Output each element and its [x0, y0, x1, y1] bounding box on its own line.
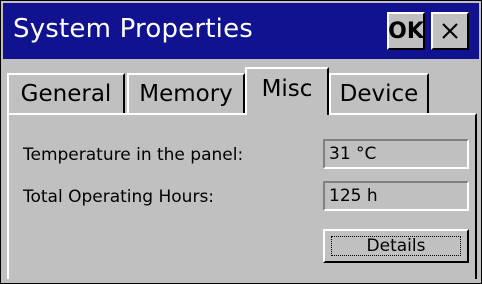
temperature-label: Temperature in the panel:: [23, 145, 244, 165]
tab-memory[interactable]: Memory: [127, 73, 245, 113]
close-icon: [442, 23, 458, 39]
ok-button[interactable]: OK: [387, 12, 425, 50]
window-title: System Properties: [13, 14, 254, 44]
operating-hours-label: Total Operating Hours:: [23, 187, 215, 207]
details-button[interactable]: Details: [323, 229, 469, 263]
temperature-field: 31 °C: [323, 139, 469, 169]
tab-general[interactable]: General: [7, 73, 125, 113]
title-bar: System Properties OK: [3, 3, 479, 59]
tab-strip: General Memory Misc Device: [7, 67, 477, 115]
system-properties-window: System Properties OK General Memory Misc…: [0, 0, 482, 284]
details-button-label: Details: [366, 236, 426, 256]
operating-hours-field: 125 h: [323, 181, 469, 211]
close-button[interactable]: [431, 12, 469, 50]
tab-misc[interactable]: Misc: [245, 67, 329, 115]
tab-device[interactable]: Device: [329, 73, 429, 113]
